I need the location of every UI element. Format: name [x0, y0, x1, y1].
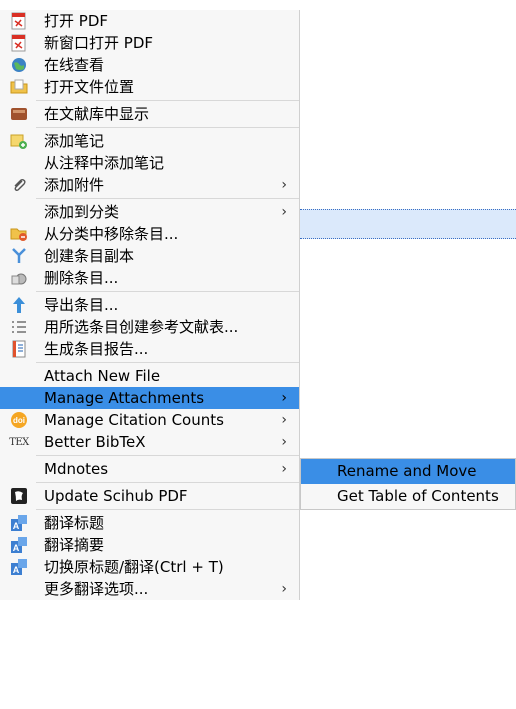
menu-item-label: Better BibTeX: [44, 433, 146, 451]
menu-item-label: 添加到分类: [44, 203, 120, 221]
pdf-icon: [10, 34, 28, 52]
menu-item-label: 切换原标题/翻译(Ctrl + T): [44, 558, 224, 576]
submenu-arrow-icon: ›: [281, 461, 287, 477]
submenu-item-get-table-of-contents[interactable]: Get Table of Contents: [301, 484, 515, 509]
menu-item-view-online[interactable]: 在线查看: [0, 54, 299, 76]
submenu-item-rename-and-move[interactable]: Rename and Move: [301, 459, 515, 484]
menu-item-add-to-collection[interactable]: 添加到分类 ›: [0, 201, 299, 223]
menu-item-create-bibliography[interactable]: 用所选条目创建参考文献表...: [0, 316, 299, 338]
menu-separator: [36, 509, 299, 510]
menu-item-label: 打开文件位置: [44, 78, 135, 96]
menu-item-label: 生成条目报告...: [44, 340, 149, 358]
submenu-arrow-icon: ›: [281, 204, 287, 220]
globe-icon: [10, 56, 28, 74]
menu-separator: [36, 291, 299, 292]
submenu-arrow-icon: ›: [281, 177, 287, 193]
page: 打开 PDF 新窗口打开 PDF 在线查看 打开文件位置 在文献库中显示 添加笔…: [0, 0, 516, 709]
menu-item-toggle-title-translation[interactable]: A 切换原标题/翻译(Ctrl + T): [0, 556, 299, 578]
menu-separator: [36, 100, 299, 101]
menu-item-label: 更多翻译选项...: [44, 580, 149, 598]
menu-item-show-in-library[interactable]: 在文献库中显示: [0, 103, 299, 125]
menu-item-label: 从注释中添加笔记: [44, 154, 165, 172]
library-icon: [10, 105, 28, 123]
menu-item-open-pdf[interactable]: 打开 PDF: [0, 10, 299, 32]
menu-item-mdnotes[interactable]: Mdnotes ›: [0, 458, 299, 480]
menu-item-label: 翻译摘要: [44, 536, 105, 554]
translate-icon: A: [10, 514, 28, 532]
menu-item-label: 删除条目...: [44, 269, 119, 287]
menu-item-label: 添加笔记: [44, 132, 105, 150]
menu-item-label: Manage Attachments: [44, 389, 205, 407]
menu-separator: [36, 127, 299, 128]
menu-item-label: 在线查看: [44, 56, 105, 74]
menu-item-add-attachment[interactable]: 添加附件 ›: [0, 174, 299, 196]
menu-item-label: 添加附件: [44, 176, 105, 194]
pdf-icon: [10, 12, 28, 30]
menu-item-label: 导出条目...: [44, 296, 119, 314]
menu-item-attach-new-file[interactable]: Attach New File: [0, 365, 299, 387]
context-menu: 打开 PDF 新窗口打开 PDF 在线查看 打开文件位置 在文献库中显示 添加笔…: [0, 10, 300, 600]
svg-text:A: A: [13, 543, 20, 553]
menu-item-label: Manage Citation Counts: [44, 411, 224, 429]
menu-item-remove-from-collection[interactable]: 从分类中移除条目...: [0, 223, 299, 245]
menu-item-more-translation-options[interactable]: 更多翻译选项... ›: [0, 578, 299, 600]
menu-item-label: 在文献库中显示: [44, 105, 150, 123]
menu-separator: [36, 198, 299, 199]
paperclip-icon: [10, 176, 28, 194]
submenu-arrow-icon: ›: [281, 412, 287, 428]
doi-icon: doi: [10, 411, 28, 429]
menu-item-label: 创建条目副本: [44, 247, 135, 265]
export-icon: [10, 296, 28, 314]
menu-item-manage-attachments[interactable]: Manage Attachments ›: [0, 387, 299, 409]
menu-separator: [36, 455, 299, 456]
submenu-arrow-icon: ›: [281, 581, 287, 597]
menu-item-label: 用所选条目创建参考文献表...: [44, 318, 239, 336]
menu-item-update-scihub-pdf[interactable]: Update Scihub PDF: [0, 485, 299, 507]
menu-item-duplicate-item[interactable]: 创建条目副本: [0, 245, 299, 267]
svg-text:A: A: [13, 565, 20, 575]
folder-icon: [10, 78, 28, 96]
menu-item-label: Mdnotes: [44, 460, 109, 478]
bibliography-icon: [10, 318, 28, 336]
menu-item-add-note[interactable]: 添加笔记: [0, 130, 299, 152]
submenu-item-label: Get Table of Contents: [337, 487, 499, 505]
menu-item-label: 从分类中移除条目...: [44, 225, 179, 243]
menu-item-open-file-location[interactable]: 打开文件位置: [0, 76, 299, 98]
selected-row-background: [300, 209, 516, 239]
svg-text:doi: doi: [13, 416, 25, 425]
menu-item-label: 翻译标题: [44, 514, 105, 532]
translate-icon: A: [10, 536, 28, 554]
menu-item-delete-item[interactable]: 删除条目...: [0, 267, 299, 289]
submenu-arrow-icon: ›: [281, 390, 287, 406]
menu-item-translate-abstract[interactable]: A 翻译摘要: [0, 534, 299, 556]
menu-item-better-bibtex[interactable]: TEX Better BibTeX ›: [0, 431, 299, 453]
menu-item-label: 打开 PDF: [44, 12, 108, 30]
menu-item-manage-citation-counts[interactable]: doi Manage Citation Counts ›: [0, 409, 299, 431]
menu-separator: [36, 482, 299, 483]
report-icon: [10, 340, 28, 358]
menu-item-export-item[interactable]: 导出条目...: [0, 294, 299, 316]
menu-item-add-note-from-annotations[interactable]: 从注释中添加笔记: [0, 152, 299, 174]
menu-item-label: Update Scihub PDF: [44, 487, 188, 505]
tex-icon: TEX: [9, 436, 29, 448]
menu-item-open-pdf-new-window[interactable]: 新窗口打开 PDF: [0, 32, 299, 54]
menu-item-label: Attach New File: [44, 367, 161, 385]
menu-separator: [36, 362, 299, 363]
submenu-arrow-icon: ›: [281, 434, 287, 450]
menu-item-translate-title[interactable]: A 翻译标题: [0, 512, 299, 534]
manage-attachments-submenu: Rename and Move Get Table of Contents: [300, 458, 516, 510]
menu-item-label: 新窗口打开 PDF: [44, 34, 153, 52]
scihub-icon: [10, 487, 28, 505]
remove-folder-icon: [10, 225, 28, 243]
duplicate-icon: [10, 247, 28, 265]
translate-icon: A: [10, 558, 28, 576]
add-note-icon: [10, 132, 28, 150]
svg-text:A: A: [13, 521, 20, 531]
submenu-item-label: Rename and Move: [337, 462, 477, 480]
menu-item-generate-report[interactable]: 生成条目报告...: [0, 338, 299, 360]
trash-icon: [10, 269, 28, 287]
